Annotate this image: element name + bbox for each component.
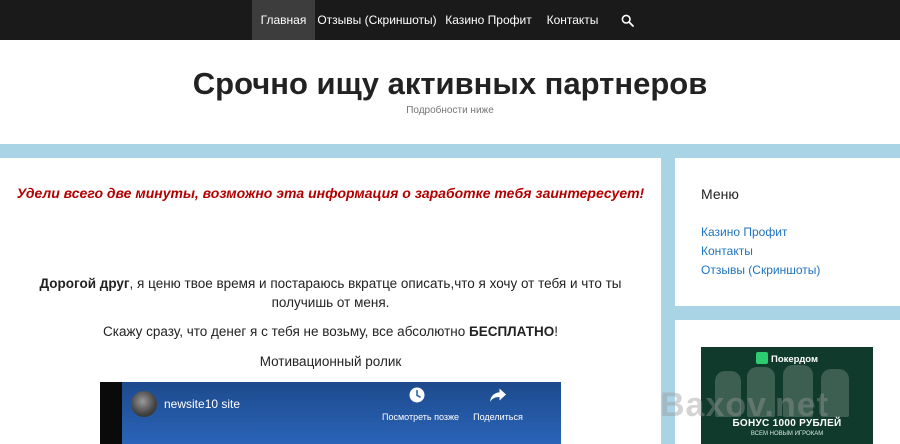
channel-avatar[interactable] (131, 391, 157, 417)
nav-item-casino-profit[interactable]: Казино Профит (440, 0, 537, 40)
menu-widget-title: Меню (701, 186, 739, 202)
share-label: Поделиться (473, 412, 523, 422)
sidebar-menu-widget: Меню Казино Профит Контакты Отзывы (Скри… (675, 158, 900, 306)
site-title[interactable]: Срочно ищу активных партнеров (0, 66, 900, 102)
intro-text: , я ценю твое время и постараюсь вкратце… (129, 276, 622, 310)
main-content: Удели всего две минуты, возможно эта инф… (0, 158, 661, 444)
headline: Удели всего две минуты, возможно эта инф… (16, 185, 645, 201)
nav-item-home[interactable]: Главная (252, 0, 315, 40)
video-caption: Мотивационный ролик (259, 354, 402, 369)
free-bold: БЕСПЛАТНО (469, 324, 555, 339)
sidebar-link-casino-profit[interactable]: Казино Профит (701, 225, 787, 239)
top-navigation: Главная Отзывы (Скриншоты) Казино Профит… (0, 0, 900, 40)
share-button[interactable]: Поделиться (463, 386, 533, 423)
banner-logo: Покердом (701, 352, 873, 365)
site-tagline: Подробности ниже (406, 105, 494, 116)
sidebar-link-reviews[interactable]: Отзывы (Скриншоты) (701, 263, 820, 277)
video-embed[interactable]: newsite10 site Посмотреть позже Поделить… (100, 382, 561, 444)
watch-later-button[interactable]: Посмотреть позже (382, 386, 460, 423)
free-text: Скажу сразу, что денег я с тебя не возьм… (103, 324, 469, 339)
intro-bold: Дорогой друг (39, 276, 130, 291)
banner-subtitle: ВСЕМ НОВЫМ ИГРОКАМ (750, 431, 824, 437)
sidebar-link-contacts[interactable]: Контакты (701, 244, 753, 258)
free-paragraph: Скажу сразу, что денег я с тебя не возьм… (0, 322, 661, 341)
search-icon[interactable] (615, 0, 639, 40)
share-icon (463, 386, 533, 404)
site-watermark: Baxov.net (660, 386, 829, 424)
watch-later-label: Посмотреть позже (382, 412, 460, 422)
video-channel-title[interactable]: newsite10 site (164, 396, 240, 412)
sidebar-ad-widget: Покердом БОНУС 1000 РУБЛЕЙ ВСЕМ НОВЫМ ИГ… (675, 320, 900, 444)
intro-paragraph: Дорогой друг, я ценю твое время и постар… (22, 274, 639, 312)
clock-icon (382, 386, 452, 404)
banner-logo-text: Покердом (771, 354, 818, 365)
nav-item-reviews[interactable]: Отзывы (Скриншоты) (315, 0, 439, 40)
nav-item-contacts[interactable]: Контакты (538, 0, 607, 40)
site-header: Срочно ищу активных партнеров Подробност… (0, 40, 900, 144)
pokerdom-logo-icon (756, 352, 768, 364)
free-end: ! (554, 324, 558, 339)
video-frame[interactable]: newsite10 site Посмотреть позже Поделить… (122, 382, 561, 444)
